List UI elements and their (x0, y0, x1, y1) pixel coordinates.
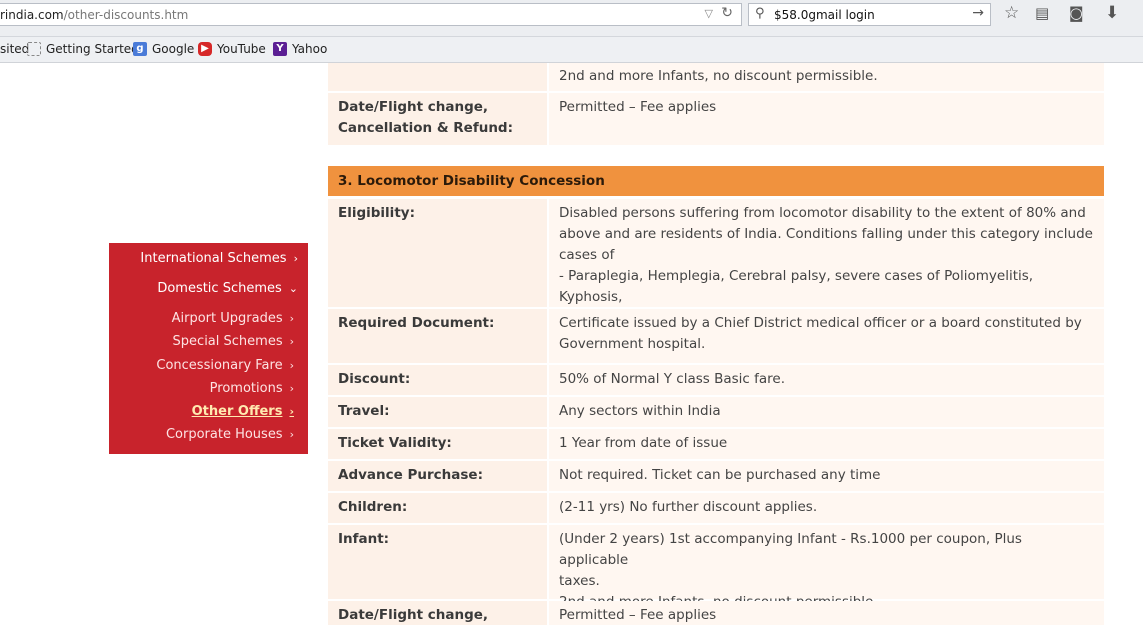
search-bar[interactable]: ⚲ $58.0gmail login → (748, 3, 991, 26)
chevron-right-icon: › (289, 382, 294, 395)
chevron-right-icon: › (289, 335, 294, 348)
reload-icon[interactable]: ↻ (721, 5, 733, 21)
bookmark-star-icon[interactable]: ☆ (1004, 4, 1019, 22)
url-text: rindia.com/other-discounts.htm (0, 8, 189, 22)
download-icon[interactable]: ⬇ (1105, 4, 1119, 22)
row-value: 1 Year from date of issue (549, 429, 1104, 459)
chevron-right-icon: › (289, 428, 294, 441)
nav-promotions[interactable]: Promotions › (210, 381, 294, 396)
chevron-right-icon: › (293, 252, 298, 265)
page-icon (27, 42, 41, 56)
side-navigation: International Schemes › Domestic Schemes ⌄… (109, 243, 308, 454)
chevron-right-icon: › (289, 312, 294, 325)
nav-concessionary-fare[interactable]: Concessionary Fare › (156, 358, 294, 373)
chevron-right-icon: › (289, 359, 294, 372)
youtube-icon: ▶ (198, 42, 212, 56)
row-value: Certificate issued by a Chief District m… (549, 309, 1104, 363)
row-value-line: Government hospital. (559, 336, 706, 352)
row-value-line: - Paraplegia, Hemplegia, Cerebral palsy,… (559, 268, 1034, 305)
row-value-line: (Under 2 years) 1st accompanying Infant … (559, 531, 1022, 568)
search-go-icon[interactable]: → (972, 5, 984, 21)
row-value-line: Not required. Ticket can be purchased an… (559, 467, 881, 483)
url-dropdown-icon[interactable]: ▽ (705, 7, 713, 20)
row-value-line: above and are residents of India. Condit… (559, 226, 1093, 242)
browser-toolbar: rindia.com/other-discounts.htm ▽ ↻ ⚲ $58… (0, 0, 1143, 37)
row-value-line: Any sectors within India (559, 403, 721, 419)
nav-domestic-schemes[interactable]: Domestic Schemes ⌄ (157, 281, 298, 296)
table-row: Children: (2-11 yrs) No further discount … (328, 493, 1104, 523)
row-value: Not required. Ticket can be purchased an… (549, 461, 1104, 491)
table-row: Discount: 50% of Normal Y class Basic far… (328, 365, 1104, 395)
bookmark-google[interactable]: g Google (133, 42, 194, 56)
infant-note: 2nd and more Infants, no discount permis… (549, 63, 1104, 91)
row-label: Eligibility: (328, 199, 547, 307)
nav-airport-upgrades[interactable]: Airport Upgrades › (172, 311, 294, 326)
row-value: Any sectors within India (549, 397, 1104, 427)
row-value-line: (2-11 yrs) No further discount applies. (559, 499, 818, 515)
row-label: Ticket Validity: (328, 429, 547, 459)
row-label: Required Document: (328, 309, 547, 363)
table-row: Advance Purchase: Not required. Ticket ca… (328, 461, 1104, 491)
bookmark-most-visited[interactable]: sited (0, 42, 29, 56)
row-label: Discount: (328, 365, 547, 395)
row-value-line: cases of (559, 247, 615, 263)
row-value: 50% of Normal Y class Basic fare. (549, 365, 1104, 395)
row-value: Permitted – Fee applies (549, 601, 1104, 625)
nav-special-schemes[interactable]: Special Schemes › (173, 334, 294, 349)
chevron-down-icon: ⌄ (288, 282, 298, 295)
row-value-line: 1 Year from date of issue (559, 435, 728, 451)
nav-international-schemes[interactable]: International Schemes › (140, 251, 298, 266)
bookmark-youtube[interactable]: ▶ YouTube (198, 42, 266, 56)
table-row: Ticket Validity: 1 Year from date of issu… (328, 429, 1104, 459)
address-bar[interactable]: rindia.com/other-discounts.htm ▽ ↻ (0, 3, 742, 26)
row-value-line: taxes. (559, 573, 600, 589)
row-label: Date/Flight change, Cancellation & Refund… (328, 93, 547, 145)
bookmarks-bar: sited Getting Started g Google ▶ YouTube… (0, 37, 1143, 63)
row-label: Travel: (328, 397, 547, 427)
section-title: 3. Locomotor Disability Concession (328, 166, 1104, 196)
nav-corporate-houses[interactable]: Corporate Houses › (166, 427, 294, 442)
row-value: (Under 2 years) 1st accompanying Infant … (549, 525, 1104, 610)
table-row: 2nd and more Infants, no discount permis… (328, 63, 1104, 91)
row-value-line: Certificate issued by a Chief District m… (559, 315, 1082, 331)
chevron-right-icon: › (289, 405, 294, 418)
row-value-line: Disabled persons suffering from locomoto… (559, 205, 1086, 221)
row-value: Disabled persons suffering from locomoto… (549, 199, 1104, 326)
row-value-line: 50% of Normal Y class Basic fare. (559, 371, 785, 387)
row-label: Infant: (328, 525, 547, 599)
table-row: Date/Flight change, Cancellation & Refund… (328, 93, 1104, 145)
row-value: (2-11 yrs) No further discount applies. (549, 493, 1104, 523)
row-value: Permitted – Fee applies (549, 93, 1104, 145)
search-input[interactable]: $58.0gmail login (774, 8, 875, 22)
google-icon: g (133, 42, 147, 56)
bookmarks-menu-icon[interactable]: ▤ (1035, 4, 1049, 22)
table-row: Eligibility: Disabled persons suffering f… (328, 199, 1104, 326)
row-label: Children: (328, 493, 547, 523)
pocket-icon[interactable]: ◙ (1069, 4, 1084, 22)
table-row: Infant: (Under 2 years) 1st accompanying … (328, 525, 1104, 610)
row-label: Date/Flight change, (328, 601, 547, 625)
bookmark-getting-started[interactable]: Getting Started (27, 42, 139, 56)
row-value-line: Permitted – Fee applies (559, 607, 717, 623)
page-content: International Schemes › Domestic Schemes ⌄… (0, 63, 1143, 625)
yahoo-icon: Y (273, 42, 287, 56)
table-row: Required Document: Certificate issued by … (328, 309, 1104, 363)
table-row: Travel: Any sectors within India (328, 397, 1104, 427)
search-icon: ⚲ (755, 6, 765, 21)
bookmark-yahoo[interactable]: Y Yahoo (273, 42, 327, 56)
table-row: Date/Flight change, Permitted – Fee appli… (328, 601, 1104, 625)
row-label: Advance Purchase: (328, 461, 547, 491)
nav-other-offers[interactable]: Other Offers › (192, 404, 294, 419)
